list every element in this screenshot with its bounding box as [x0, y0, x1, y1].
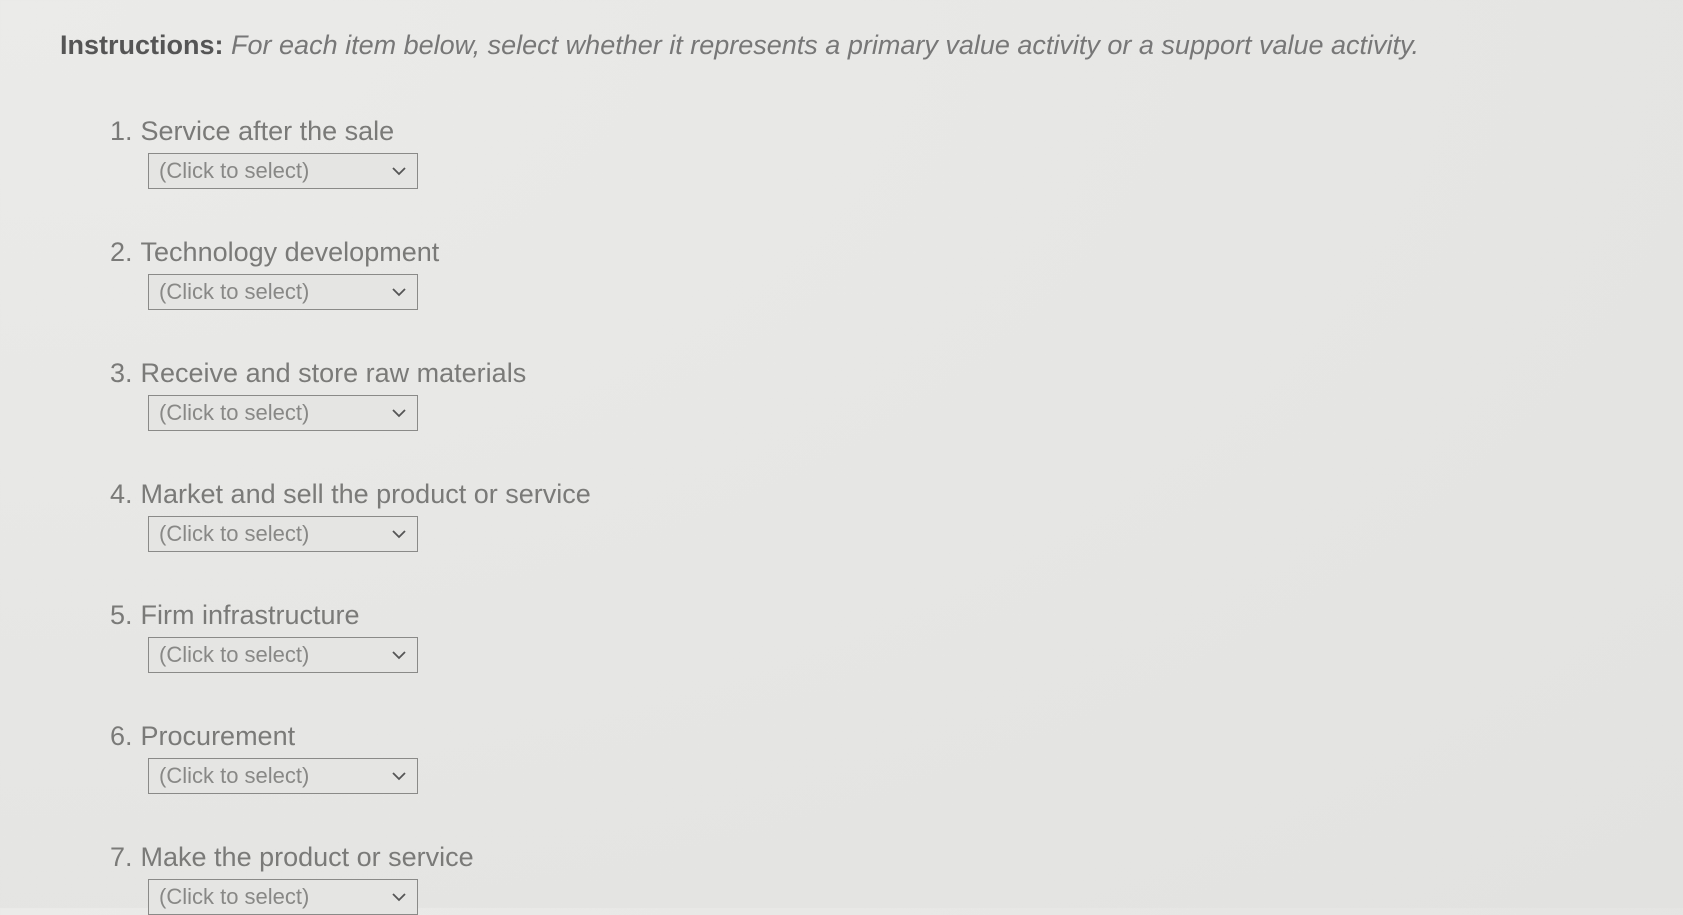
question-item: 7. Make the product or service (Click to… [110, 842, 1623, 915]
question-item: 3. Receive and store raw materials (Clic… [110, 358, 1623, 431]
question-text: Procurement [141, 721, 296, 752]
question-dropdown-7[interactable]: (Click to select) [148, 879, 418, 915]
question-text: Make the product or service [141, 842, 474, 873]
instructions-label: Instructions: [60, 30, 224, 60]
question-label: 1. Service after the sale [110, 116, 1623, 147]
chevron-down-icon [391, 647, 407, 663]
chevron-down-icon [391, 889, 407, 905]
question-number: 4. [110, 479, 133, 510]
question-number: 7. [110, 842, 133, 873]
dropdown-placeholder: (Click to select) [159, 400, 391, 426]
question-dropdown-2[interactable]: (Click to select) [148, 274, 418, 310]
question-dropdown-5[interactable]: (Click to select) [148, 637, 418, 673]
questions-list: 1. Service after the sale (Click to sele… [60, 116, 1623, 915]
chevron-down-icon [391, 405, 407, 421]
question-label: 5. Firm infrastructure [110, 600, 1623, 631]
question-label: 2. Technology development [110, 237, 1623, 268]
question-dropdown-3[interactable]: (Click to select) [148, 395, 418, 431]
question-label: 4. Market and sell the product or servic… [110, 479, 1623, 510]
question-number: 3. [110, 358, 133, 389]
question-item: 4. Market and sell the product or servic… [110, 479, 1623, 552]
instructions: Instructions: For each item below, selec… [60, 30, 1623, 61]
question-dropdown-6[interactable]: (Click to select) [148, 758, 418, 794]
question-number: 6. [110, 721, 133, 752]
chevron-down-icon [391, 284, 407, 300]
question-number: 2. [110, 237, 133, 268]
dropdown-placeholder: (Click to select) [159, 279, 391, 305]
question-item: 2. Technology development (Click to sele… [110, 237, 1623, 310]
dropdown-placeholder: (Click to select) [159, 763, 391, 789]
question-item: 6. Procurement (Click to select) [110, 721, 1623, 794]
question-label: 7. Make the product or service [110, 842, 1623, 873]
question-text: Service after the sale [141, 116, 395, 147]
question-label: 3. Receive and store raw materials [110, 358, 1623, 389]
question-number: 1. [110, 116, 133, 147]
dropdown-placeholder: (Click to select) [159, 642, 391, 668]
chevron-down-icon [391, 526, 407, 542]
question-text: Receive and store raw materials [141, 358, 527, 389]
dropdown-placeholder: (Click to select) [159, 158, 391, 184]
question-number: 5. [110, 600, 133, 631]
question-item: 1. Service after the sale (Click to sele… [110, 116, 1623, 189]
dropdown-placeholder: (Click to select) [159, 521, 391, 547]
question-text: Market and sell the product or service [141, 479, 591, 510]
dropdown-placeholder: (Click to select) [159, 884, 391, 910]
instructions-text: For each item below, select whether it r… [231, 30, 1419, 60]
chevron-down-icon [391, 768, 407, 784]
question-label: 6. Procurement [110, 721, 1623, 752]
chevron-down-icon [391, 163, 407, 179]
question-dropdown-1[interactable]: (Click to select) [148, 153, 418, 189]
question-dropdown-4[interactable]: (Click to select) [148, 516, 418, 552]
question-item: 5. Firm infrastructure (Click to select) [110, 600, 1623, 673]
question-text: Technology development [141, 237, 440, 268]
question-text: Firm infrastructure [141, 600, 360, 631]
